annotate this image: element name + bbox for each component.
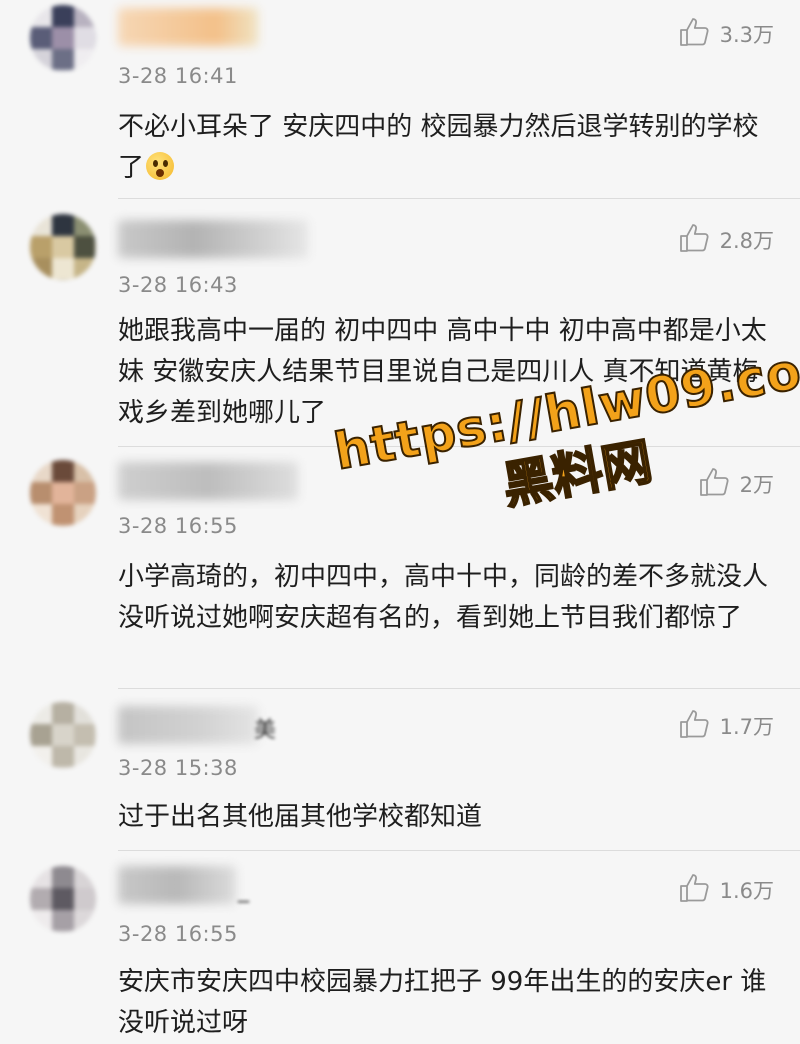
- comment-text: 她跟我高中一届的 初中四中 高中十中 初中高中都是小太妹 安徽安庆人结果节目里说…: [118, 316, 767, 428]
- username[interactable]: [118, 866, 236, 904]
- like-button[interactable]: 2.8万: [678, 220, 774, 260]
- astonished-emoji-icon: [146, 152, 175, 180]
- comment-item: 2万 3-28 16:55 小学高琦的，初中四中，高中十中，同龄的差不多就没人没…: [0, 450, 800, 690]
- timestamp: 3-28 16:55: [118, 922, 238, 946]
- like-button[interactable]: 2万: [698, 464, 774, 504]
- timestamp: 3-28 15:38: [118, 756, 238, 780]
- username[interactable]: [118, 462, 298, 500]
- username[interactable]: [118, 8, 258, 46]
- avatar[interactable]: [30, 866, 96, 932]
- username[interactable]: [118, 706, 258, 744]
- timestamp: 3-28 16:55: [118, 514, 238, 538]
- divider: [118, 850, 800, 851]
- comment-text: 过于出名其他届其他学校都知道: [118, 802, 483, 832]
- comment-text: 不必小耳朵了 安庆四中的 校园暴力然后退学转别的学校了: [118, 112, 759, 183]
- comment-text: 小学高琦的，初中四中，高中十中，同龄的差不多就没人没听说过她啊安庆超有名的，看到…: [118, 562, 769, 633]
- avatar[interactable]: [30, 5, 96, 71]
- like-button[interactable]: 1.7万: [678, 706, 774, 746]
- thumbs-up-icon: [678, 872, 710, 908]
- like-button[interactable]: 1.6万: [678, 870, 774, 910]
- thumbs-up-icon: [678, 222, 710, 258]
- username-suffix: _: [238, 878, 249, 903]
- thumbs-up-icon: [678, 16, 710, 52]
- comment-item: 3.3万 3-28 16:41 不必小耳朵了 安庆四中的 校园暴力然后退学转别的…: [0, 0, 800, 200]
- avatar[interactable]: [30, 214, 96, 280]
- divider: [118, 198, 800, 199]
- like-count: 2.8万: [719, 229, 774, 253]
- username-suffix: 美: [254, 718, 277, 743]
- avatar[interactable]: [30, 460, 96, 526]
- comment-item: _ 1.6万 3-28 16:55 安庆市安庆四中校园暴力扛把子 99年出生的的…: [0, 852, 800, 1044]
- like-count: 3.3万: [719, 23, 774, 47]
- timestamp: 3-28 16:43: [118, 273, 238, 297]
- like-count: 2万: [739, 473, 774, 497]
- like-button[interactable]: 3.3万: [678, 14, 774, 54]
- thumbs-up-icon: [678, 708, 710, 744]
- username[interactable]: [118, 220, 308, 258]
- divider: [118, 446, 800, 447]
- like-count: 1.6万: [719, 879, 774, 903]
- divider: [118, 688, 800, 689]
- comment-text: 安庆市安庆四中校园暴力扛把子 99年出生的的安庆er 谁没听说过呀: [118, 967, 767, 1038]
- comment-item: 2.8万 3-28 16:43 她跟我高中一届的 初中四中 高中十中 初中高中都…: [0, 200, 800, 450]
- timestamp: 3-28 16:41: [118, 64, 238, 88]
- avatar[interactable]: [30, 702, 96, 768]
- comment-item: 美 1.7万 3-28 15:38 过于出名其他届其他学校都知道: [0, 690, 800, 852]
- like-count: 1.7万: [719, 715, 774, 739]
- thumbs-up-icon: [698, 466, 730, 502]
